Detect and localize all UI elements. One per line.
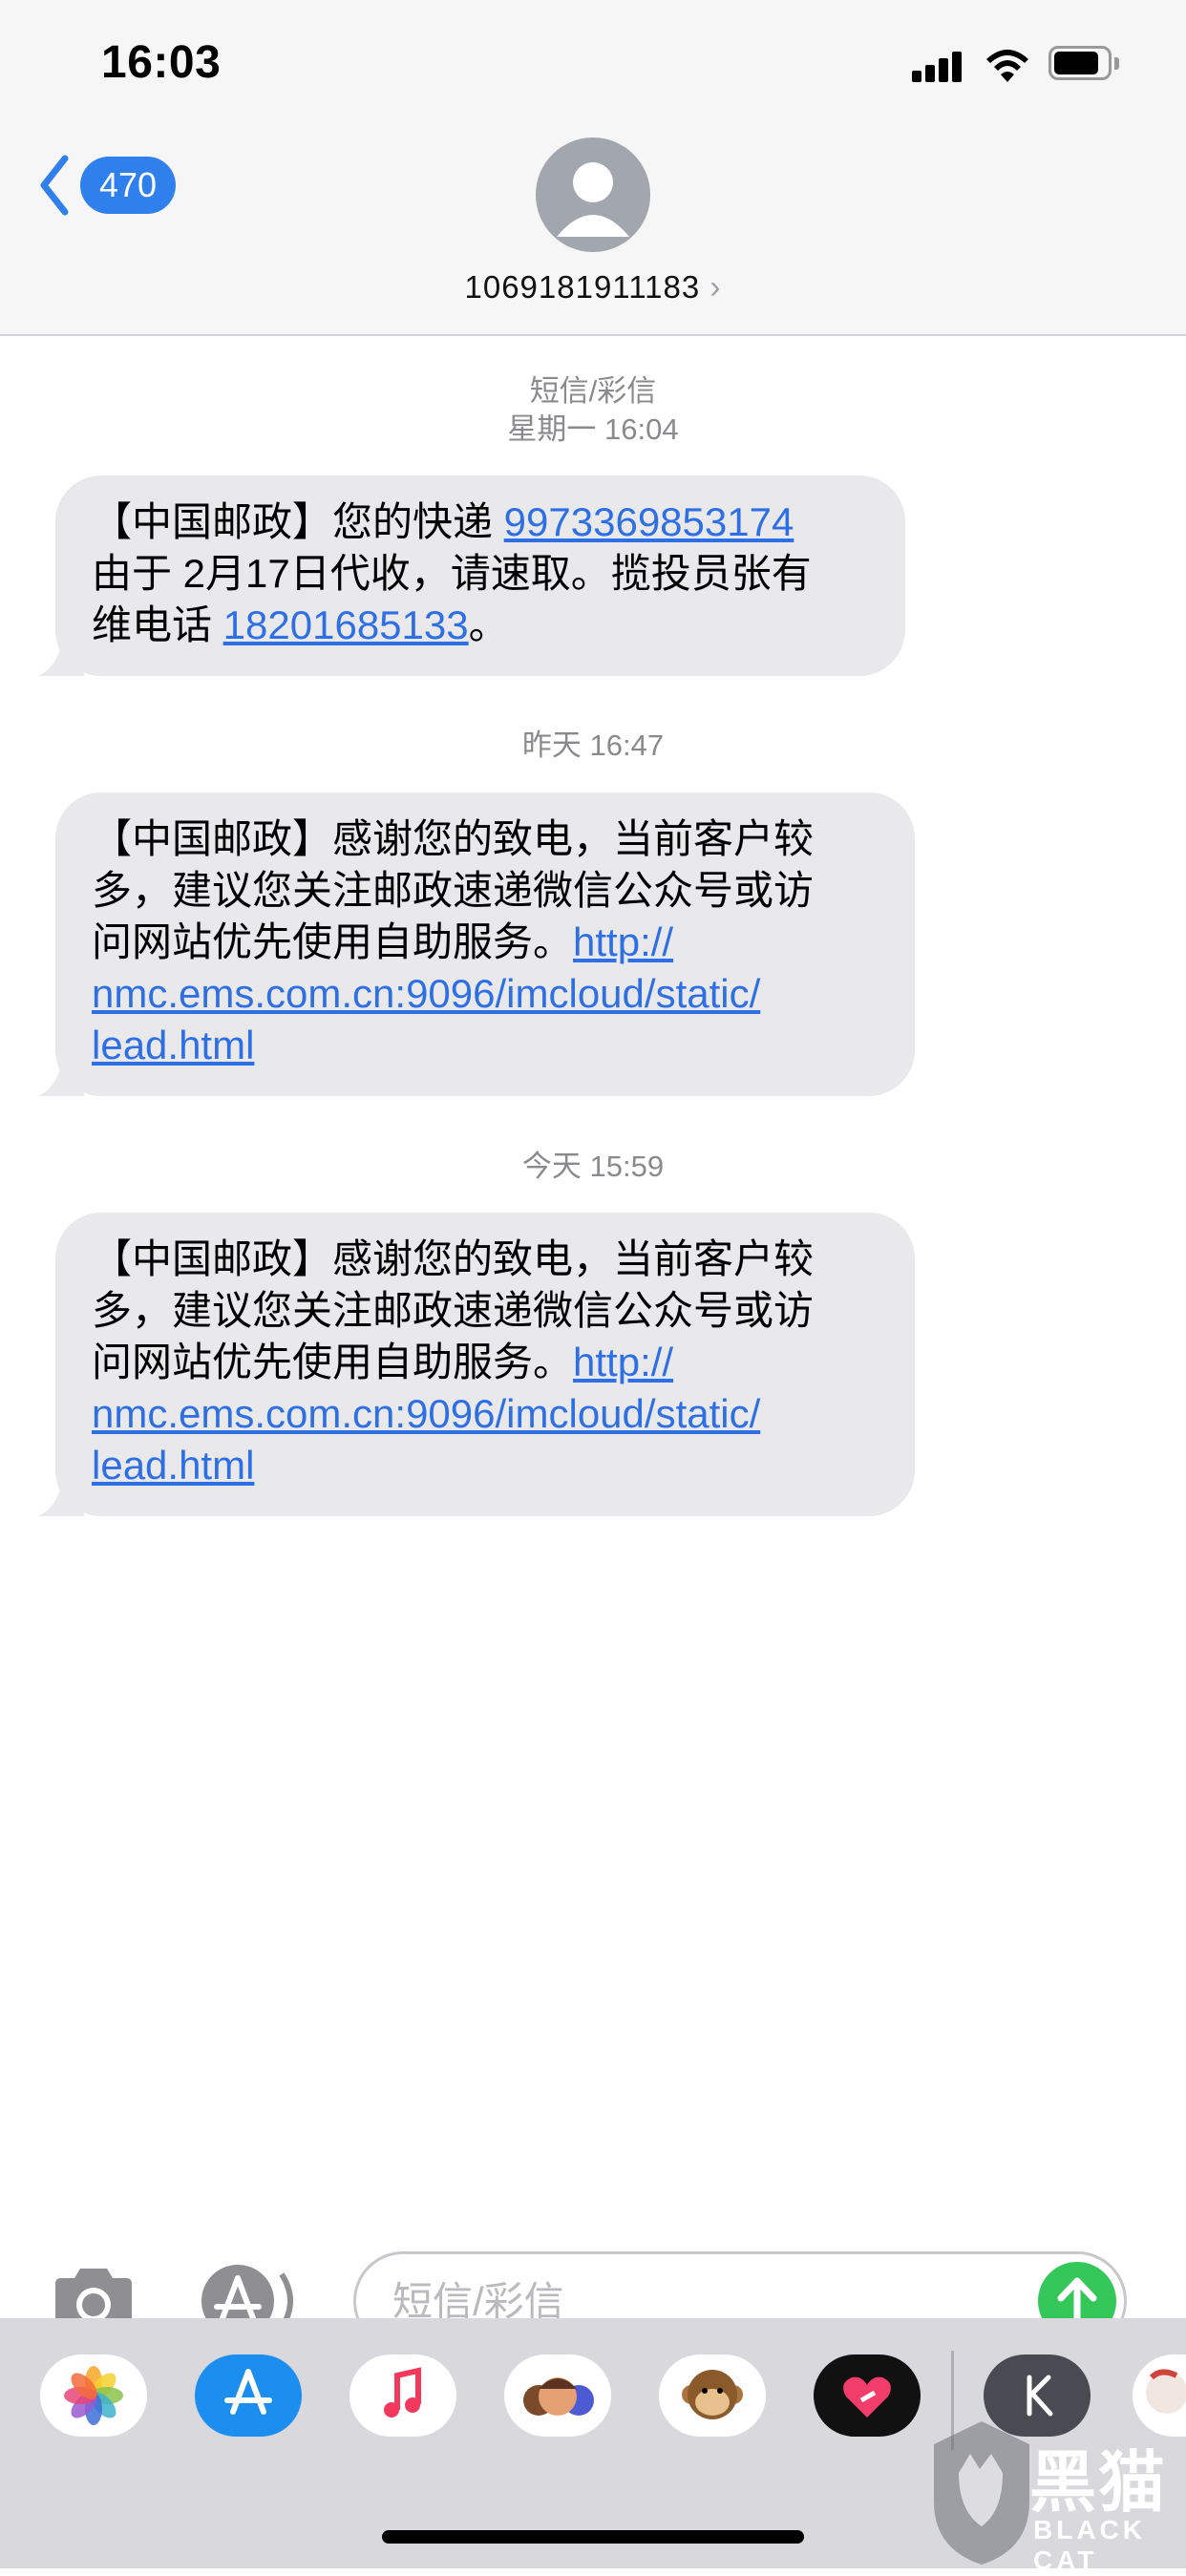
unread-count-badge: 470 xyxy=(80,157,177,214)
cellular-signal-icon xyxy=(912,52,964,82)
url-link[interactable]: http:// xyxy=(573,1340,673,1384)
wifi-icon xyxy=(986,50,1028,82)
watermark-subtext: BLACK CAT xyxy=(1033,2515,1146,2575)
message-bubble[interactable]: 【中国邮政】感谢您的致电，当前客户较 多，建议您关注邮政速递微信公众号或访 问网… xyxy=(38,792,915,1096)
back-button[interactable]: 470 xyxy=(36,153,177,218)
contact-name-button[interactable]: 1069181911183 › xyxy=(0,269,1186,306)
timestamp: 星期一 16:04 xyxy=(507,412,679,446)
message-text: 问网站优先使用自助服务。 xyxy=(92,919,574,964)
message-text: 由于 2月17日代收，请速取。揽投员张有 xyxy=(92,551,812,596)
message-text: 维电话 xyxy=(92,602,223,647)
message-bubble[interactable]: 【中国邮政】感谢您的致电，当前客户较 多，建议您关注邮政速递微信公众号或访 问网… xyxy=(38,1213,915,1516)
url-link[interactable]: http:// xyxy=(573,919,673,964)
url-link[interactable]: lead.html xyxy=(92,1020,879,1071)
message-text: 【中国邮政】感谢您的致电，当前客户较 xyxy=(92,816,815,861)
memoji-icon[interactable] xyxy=(504,2354,611,2437)
contact-number: 1069181911183 xyxy=(464,269,701,305)
url-link[interactable]: nmc.ems.com.cn:9096/imcloud/static/ xyxy=(92,968,879,1020)
bubble-tail xyxy=(38,1054,84,1096)
conversation-header: 470 1069181911183 › xyxy=(0,124,1186,336)
url-link[interactable]: lead.html xyxy=(92,1440,879,1491)
animoji-icon[interactable] xyxy=(659,2354,766,2437)
message-text: 。 xyxy=(468,602,509,647)
message-text: 多，建议您关注邮政速递微信公众号或访 xyxy=(92,1288,815,1333)
message-bubble[interactable]: 【中国邮政】您的快递 9973369853174 由于 2月17日代收，请速取。… xyxy=(38,475,905,676)
message-text: 【中国邮政】您的快递 xyxy=(92,499,504,544)
home-indicator[interactable] xyxy=(382,2530,804,2544)
music-icon[interactable] xyxy=(349,2354,456,2437)
message-text: 多，建议您关注邮政速递微信公众号或访 xyxy=(92,868,815,913)
bubble-tail xyxy=(38,1474,84,1516)
message-text: 【中国邮政】感谢您的致电，当前客户较 xyxy=(92,1236,815,1281)
url-link[interactable]: nmc.ems.com.cn:9096/imcloud/static/ xyxy=(92,1388,879,1440)
battery-icon xyxy=(1048,46,1125,82)
status-bar: 16:03 xyxy=(0,0,1186,124)
contact-avatar-icon[interactable] xyxy=(536,137,650,252)
timestamp: 今天 15:59 xyxy=(521,1150,665,1183)
message-text: 问网站优先使用自助服务。 xyxy=(92,1340,574,1384)
chevron-left-icon xyxy=(40,155,69,216)
photos-icon[interactable] xyxy=(40,2354,147,2437)
status-time: 16:03 xyxy=(101,37,222,88)
heart-app-icon[interactable] xyxy=(814,2354,921,2437)
chevron-right-icon: › xyxy=(709,269,722,306)
phone-number-link[interactable]: 18201685133 xyxy=(223,602,469,647)
bubble-tail xyxy=(38,634,84,676)
service-label: 短信/彩信 xyxy=(529,374,657,408)
watermark-text: 黑猫 xyxy=(1029,2445,1167,2520)
app-store-icon[interactable] xyxy=(195,2354,302,2437)
timestamp: 昨天 16:47 xyxy=(521,728,665,762)
tracking-number-link[interactable]: 9973369853174 xyxy=(504,499,794,544)
